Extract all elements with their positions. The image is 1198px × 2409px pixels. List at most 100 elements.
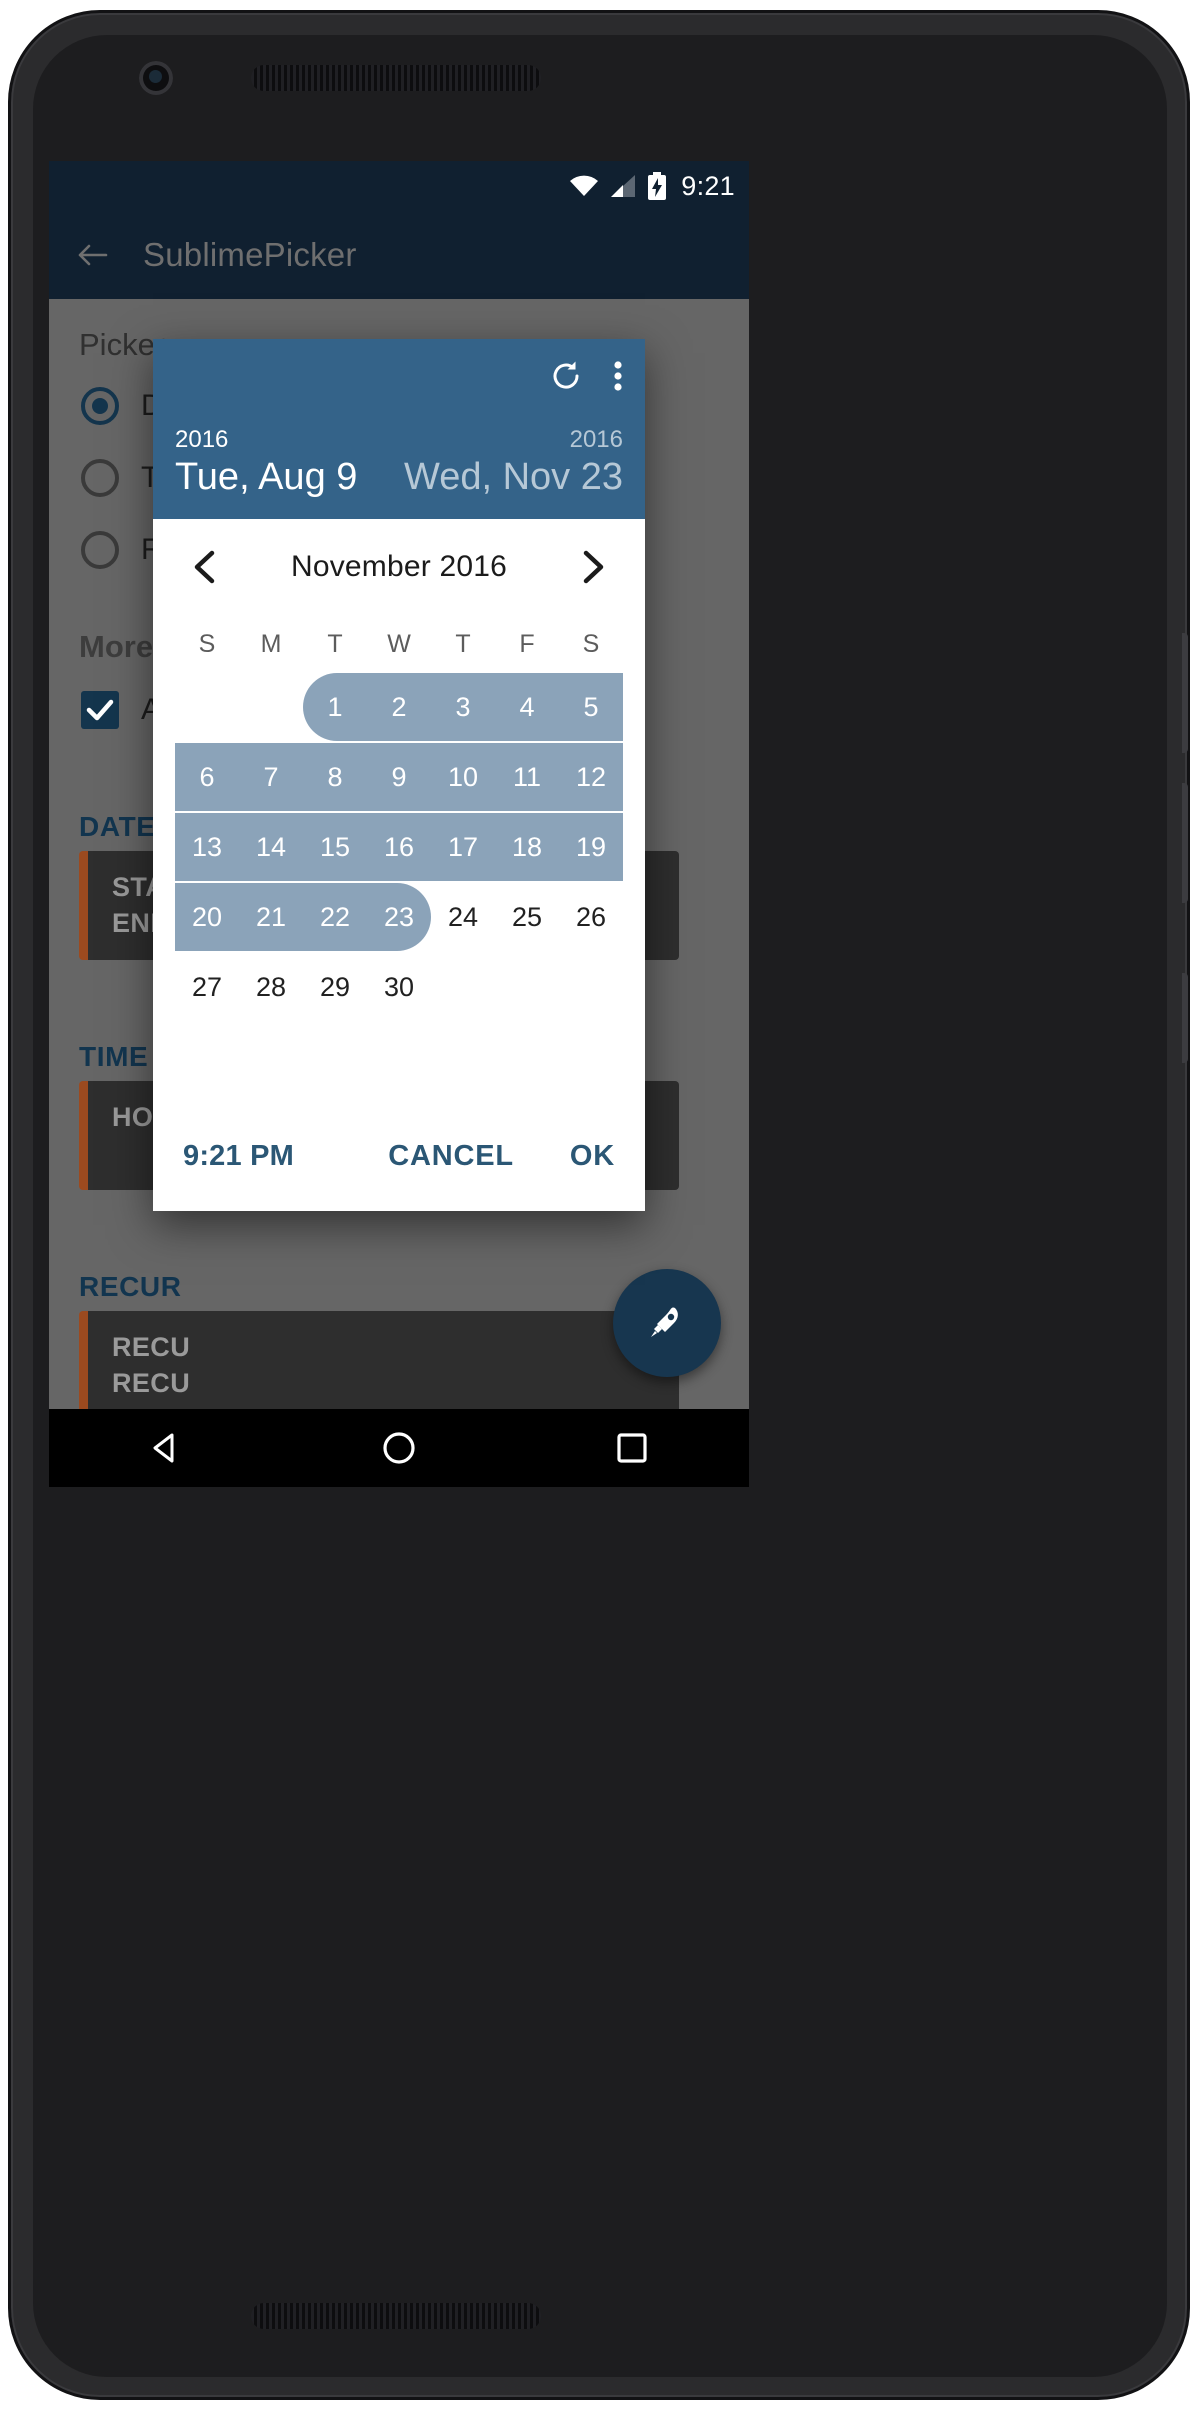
rocket-icon xyxy=(641,1295,693,1352)
calendar-day-cell[interactable]: 1 xyxy=(303,673,367,741)
calendar-day-cell[interactable]: 15 xyxy=(303,813,367,881)
refresh-icon[interactable] xyxy=(549,359,583,398)
radio-icon-recurrence[interactable] xyxy=(81,531,119,569)
calendar-day-cell[interactable]: 3 xyxy=(431,673,495,741)
weekday-label: S xyxy=(582,629,600,658)
chevron-left-icon[interactable] xyxy=(187,548,225,586)
calendar-day-cell[interactable]: 28 xyxy=(239,953,303,1021)
calendar-day-cell[interactable]: 11 xyxy=(495,743,559,811)
range-end-display[interactable]: 2016 Wed, Nov 23 xyxy=(404,425,623,501)
phone-screen: 9:21 SublimePicker Picker D T R More A D… xyxy=(49,161,749,1409)
nav-recents-square-icon[interactable] xyxy=(612,1428,652,1468)
month-navigation: November 2016 xyxy=(153,519,645,615)
calendar-day-cell[interactable]: 20 xyxy=(175,883,239,951)
calendar-week-row: 27 28 29 30 xyxy=(175,953,623,1021)
checkbox-option-row[interactable]: A xyxy=(81,691,161,729)
weekday-label: F xyxy=(519,629,535,658)
battery-charging-icon xyxy=(647,172,667,200)
calendar-day-cell[interactable]: 7 xyxy=(239,743,303,811)
more-section-label: More xyxy=(79,629,154,664)
time-button[interactable]: 9:21 PM xyxy=(183,1140,294,1173)
weekday-label: M xyxy=(260,629,282,658)
calendar-day-cell[interactable]: 5 xyxy=(559,673,623,741)
calendar-week-row: 6 7 8 9 10 11 12 xyxy=(175,743,623,811)
page-title: SublimePicker xyxy=(143,236,357,273)
calendar-week-row: 13 14 15 16 17 18 19 xyxy=(175,813,623,881)
calendar-day-cell[interactable]: 23 xyxy=(367,883,431,951)
calendar-day-cell[interactable]: 22 xyxy=(303,883,367,951)
nav-back-triangle-icon[interactable] xyxy=(146,1428,186,1468)
bottom-speaker xyxy=(251,2303,541,2329)
weekday-label: T xyxy=(327,629,343,658)
radio-icon-time[interactable] xyxy=(81,459,119,497)
calendar-day-cell[interactable]: 19 xyxy=(559,813,623,881)
weekday-label: S xyxy=(198,629,216,658)
front-camera-icon xyxy=(139,61,173,95)
calendar-day-cell[interactable]: 27 xyxy=(175,953,239,1021)
dialog-header: 2016 Tue, Aug 9 2016 Wed, Nov 23 xyxy=(153,339,645,519)
calendar-day-cell[interactable]: 13 xyxy=(175,813,239,881)
calendar-day-cell[interactable]: 9 xyxy=(367,743,431,811)
dialog-header-actions xyxy=(549,359,623,398)
status-bar: 9:21 xyxy=(49,161,749,211)
radio-icon-date[interactable] xyxy=(81,387,119,425)
calendar-day-cell[interactable]: 18 xyxy=(495,813,559,881)
cell-signal-icon xyxy=(610,174,636,198)
calendar-day-cell[interactable]: 6 xyxy=(175,743,239,811)
dialog-date-range-display: 2016 Tue, Aug 9 2016 Wed, Nov 23 xyxy=(175,425,623,501)
calendar-day-cell[interactable]: 30 xyxy=(367,953,431,1021)
ok-button[interactable]: OK xyxy=(570,1140,615,1173)
android-navigation-bar xyxy=(49,1409,749,1487)
weekday-header-row: SMTWTFS xyxy=(175,615,623,673)
calendar-day-empty xyxy=(239,673,303,741)
app-bar: SublimePicker xyxy=(49,211,749,299)
cancel-button[interactable]: CANCEL xyxy=(388,1140,514,1173)
power-button[interactable] xyxy=(1182,973,1188,1063)
calendar-day-cell[interactable]: 4 xyxy=(495,673,559,741)
calendar-day-empty xyxy=(559,953,623,1021)
calendar-day-cell[interactable]: 12 xyxy=(559,743,623,811)
dialog-footer-actions: CANCEL OK xyxy=(388,1140,615,1173)
section-heading-recurrence: RECUR xyxy=(79,1271,182,1302)
radio-option-time[interactable]: T xyxy=(81,459,159,497)
volume-down-button[interactable] xyxy=(1182,783,1188,903)
date-range-picker-dialog: 2016 Tue, Aug 9 2016 Wed, Nov 23 Novembe… xyxy=(153,339,645,1211)
calendar-day-cell[interactable]: 25 xyxy=(495,883,559,951)
checkbox-icon[interactable] xyxy=(81,691,119,729)
radio-option-recurrence[interactable]: R xyxy=(81,531,163,569)
calendar-day-cell[interactable]: 17 xyxy=(431,813,495,881)
overflow-menu-icon[interactable] xyxy=(613,359,623,398)
calendar-day-cell[interactable]: 29 xyxy=(303,953,367,1021)
calendar-grid: SMTWTFS 1 2 3 4 5 6 7 8 9 10 11 12 13 14 15 16 17 18 19 20 2… xyxy=(153,615,645,1101)
floating-action-button[interactable] xyxy=(613,1269,721,1377)
calendar-day-cell[interactable]: 2 xyxy=(367,673,431,741)
earpiece-speaker xyxy=(251,65,541,91)
wifi-icon xyxy=(569,174,599,198)
calendar-day-cell[interactable]: 26 xyxy=(559,883,623,951)
calendar-day-empty xyxy=(431,953,495,1021)
section-heading-date: DATE xyxy=(79,811,156,842)
calendar-bottom-spacer xyxy=(175,1023,623,1101)
calendar-day-cell[interactable]: 24 xyxy=(431,883,495,951)
nav-home-circle-icon[interactable] xyxy=(379,1428,419,1468)
chevron-right-icon[interactable] xyxy=(573,548,611,586)
volume-up-button[interactable] xyxy=(1182,633,1188,753)
calendar-day-cell[interactable]: 10 xyxy=(431,743,495,811)
info-card-recurrence[interactable]: RECU RECU xyxy=(79,1311,679,1409)
calendar-week-row: 20 21 22 23 24 25 26 xyxy=(175,883,623,951)
calendar-day-empty xyxy=(175,673,239,741)
range-end-date: Wed, Nov 23 xyxy=(404,456,623,499)
card-line-recur-1: RECU xyxy=(112,1332,191,1362)
range-start-date: Tue, Aug 9 xyxy=(175,456,358,499)
calendar-week-row: 12345 xyxy=(175,673,623,741)
dialog-footer: 9:21 PM CANCEL OK xyxy=(153,1101,645,1211)
calendar-weeks: 1 2 3 4 5 6 7 8 9 10 11 12 13 14 15 16 17 18 19 20 21 22 23 24 2… xyxy=(175,673,623,1021)
range-start-display[interactable]: 2016 Tue, Aug 9 xyxy=(175,425,357,501)
status-bar-clock: 9:21 xyxy=(681,170,735,201)
calendar-day-cell[interactable]: 8 xyxy=(303,743,367,811)
radio-option-date[interactable]: D xyxy=(81,387,163,425)
calendar-day-cell[interactable]: 21 xyxy=(239,883,303,951)
calendar-day-cell[interactable]: 16 xyxy=(367,813,431,881)
back-arrow-icon[interactable] xyxy=(75,238,109,272)
calendar-day-cell[interactable]: 14 xyxy=(239,813,303,881)
